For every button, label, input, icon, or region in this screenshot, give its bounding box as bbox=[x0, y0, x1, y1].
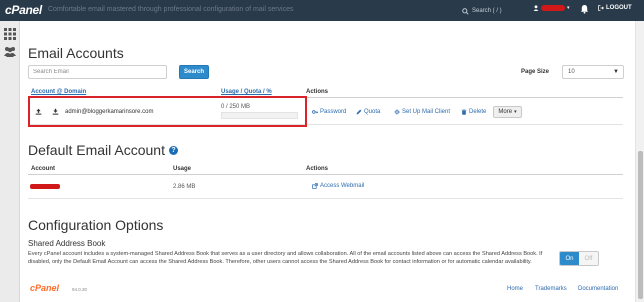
set-up-mail-client-button[interactable]: Set Up Mail Client bbox=[394, 109, 450, 115]
footer-version: 94.0.30 bbox=[72, 287, 88, 292]
quota-button[interactable]: Quota bbox=[356, 109, 380, 115]
toggle-off[interactable]: Off bbox=[579, 252, 598, 265]
password-label: Password bbox=[320, 109, 347, 115]
cpanel-logo[interactable]: cPanel bbox=[5, 3, 42, 17]
grid-icon[interactable] bbox=[4, 28, 16, 40]
top-navbar: cPanel Comfortable email mastered throug… bbox=[0, 0, 644, 21]
default-column-account: Account bbox=[31, 166, 55, 172]
username-redacted bbox=[541, 5, 565, 11]
chevron-down-icon: ▼ bbox=[613, 69, 619, 75]
page-size-label: Page Size bbox=[521, 69, 550, 75]
help-icon[interactable]: ? bbox=[168, 145, 178, 155]
user-menu[interactable]: ▾ bbox=[533, 5, 570, 11]
footer-link-trademarks[interactable]: Trademarks bbox=[535, 286, 567, 292]
left-sidebar bbox=[0, 21, 20, 302]
key-icon bbox=[312, 110, 318, 114]
column-actions: Actions bbox=[306, 89, 329, 95]
pencil-icon bbox=[356, 109, 362, 115]
scrollbar-thumb[interactable] bbox=[638, 151, 643, 299]
default-account-usage: 2.86 MB bbox=[173, 184, 196, 190]
trash-icon bbox=[461, 109, 467, 115]
search-button[interactable]: Search bbox=[179, 65, 209, 79]
footer-link-documentation[interactable]: Documentation bbox=[578, 286, 618, 292]
external-link-icon bbox=[312, 183, 318, 189]
global-search-placeholder: Search ( / ) bbox=[472, 8, 502, 14]
toggle-on[interactable]: On bbox=[560, 252, 579, 265]
logout-button[interactable]: LOGOUT bbox=[598, 5, 632, 11]
logout-icon bbox=[598, 5, 604, 11]
default-email-account-heading: Default Email Account bbox=[28, 142, 165, 158]
column-usage-quota[interactable]: Usage / Quota / % bbox=[221, 89, 272, 95]
email-accounts-title: Email Accounts bbox=[28, 45, 124, 61]
chevron-down-icon: ▾ bbox=[567, 5, 570, 11]
access-webmail-link[interactable]: Access Webmail bbox=[312, 183, 364, 189]
user-icon bbox=[533, 5, 539, 11]
gear-icon bbox=[394, 109, 400, 115]
quota-label: Quota bbox=[364, 109, 381, 115]
page-size-select[interactable]: 10 ▼ bbox=[562, 65, 624, 79]
shared-address-book-title: Shared Address Book bbox=[28, 239, 106, 248]
password-button[interactable]: Password bbox=[312, 109, 346, 115]
default-account-redacted bbox=[30, 184, 60, 189]
search-email-input[interactable] bbox=[28, 65, 167, 79]
configuration-options-title: Configuration Options bbox=[28, 217, 164, 233]
shared-address-book-description: Every cPanel account includes a system-m… bbox=[28, 251, 543, 265]
caret-down-icon: ▾ bbox=[514, 109, 517, 115]
highlight-annotation-box bbox=[28, 96, 307, 127]
logout-label: LOGOUT bbox=[606, 5, 632, 11]
footer-link-home[interactable]: Home bbox=[507, 286, 523, 292]
delete-label: Delete bbox=[469, 109, 487, 115]
users-icon[interactable] bbox=[4, 45, 16, 57]
bell-icon[interactable] bbox=[580, 4, 589, 14]
access-webmail-label: Access Webmail bbox=[320, 183, 365, 189]
column-account-domain[interactable]: Account @ Domain bbox=[31, 89, 86, 95]
shared-address-book-toggle[interactable]: On Off bbox=[559, 251, 599, 266]
more-dropdown-button[interactable]: More ▾ bbox=[493, 106, 522, 118]
footer-cpanel-logo[interactable]: cPanel bbox=[30, 283, 59, 293]
global-search[interactable]: Search ( / ) bbox=[462, 5, 530, 17]
default-table-header-divider bbox=[28, 174, 623, 175]
topbar-faded-text: Comfortable email mastered through profe… bbox=[48, 6, 294, 13]
search-icon bbox=[462, 7, 469, 15]
default-column-usage: Usage bbox=[173, 166, 192, 172]
delete-button[interactable]: Delete bbox=[461, 109, 486, 115]
default-email-account-title: Default Email Account ? bbox=[28, 142, 178, 158]
default-column-actions: Actions bbox=[306, 166, 329, 172]
page-scrollbar[interactable] bbox=[635, 21, 644, 302]
set-up-mail-client-label: Set Up Mail Client bbox=[402, 109, 451, 115]
more-label: More bbox=[498, 109, 513, 115]
default-row-divider bbox=[28, 198, 623, 199]
page-size-value: 10 bbox=[568, 69, 575, 75]
